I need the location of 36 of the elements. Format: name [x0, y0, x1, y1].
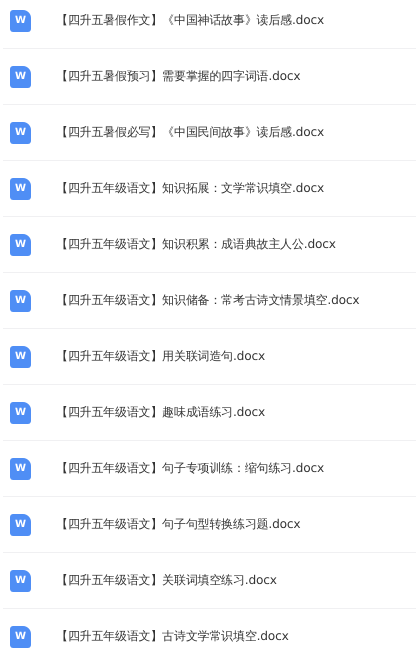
- file-name: 【四升五年级语文】古诗文学常识填空.docx: [56, 628, 289, 645]
- file-row[interactable]: W 【四升五年级语文】知识储备：常考古诗文情景填空.docx: [3, 273, 416, 329]
- file-row[interactable]: W 【四升五年级语文】趣味成语练习.docx: [3, 385, 416, 441]
- file-row[interactable]: W 【四升五年级语文】古诗文学常识填空.docx: [3, 609, 416, 659]
- file-name: 【四升五年级语文】知识储备：常考古诗文情景填空.docx: [56, 292, 360, 309]
- file-name: 【四升五年级语文】句子句型转换练习题.docx: [56, 516, 300, 533]
- document-icon: W: [10, 290, 31, 312]
- file-name: 【四升五年级语文】关联词填空练习.docx: [56, 572, 277, 589]
- document-icon: W: [10, 346, 31, 368]
- file-name: 【四升五年级语文】知识积累：成语典故主人公.docx: [56, 236, 336, 253]
- file-row[interactable]: W 【四升五年级语文】关联词填空练习.docx: [3, 553, 416, 609]
- file-name: 【四升五年级语文】趣味成语练习.docx: [56, 404, 265, 421]
- document-icon: W: [10, 10, 31, 32]
- document-icon: W: [10, 458, 31, 480]
- document-icon: W: [10, 122, 31, 144]
- document-icon: W: [10, 514, 31, 536]
- file-name: 【四升五暑假预习】需要掌握的四字词语.docx: [56, 68, 300, 85]
- file-row[interactable]: W 【四升五年级语文】句子专项训练：缩句练习.docx: [3, 441, 416, 497]
- document-icon: W: [10, 570, 31, 592]
- document-icon: W: [10, 626, 31, 648]
- file-row[interactable]: W 【四升五年级语文】知识拓展：文学常识填空.docx: [3, 161, 416, 217]
- file-name: 【四升五年级语文】句子专项训练：缩句练习.docx: [56, 460, 324, 477]
- file-name: 【四升五暑假作文】《中国神话故事》读后感.docx: [56, 12, 324, 29]
- document-icon: W: [10, 66, 31, 88]
- file-name: 【四升五年级语文】知识拓展：文学常识填空.docx: [56, 180, 324, 197]
- file-row[interactable]: W 【四升五年级语文】用关联词造句.docx: [3, 329, 416, 385]
- document-icon: W: [10, 234, 31, 256]
- file-row[interactable]: W 【四升五暑假预习】需要掌握的四字词语.docx: [3, 49, 416, 105]
- file-row[interactable]: W 【四升五暑假作文】《中国神话故事》读后感.docx: [3, 0, 416, 49]
- file-row[interactable]: W 【四升五年级语文】句子句型转换练习题.docx: [3, 497, 416, 553]
- file-name: 【四升五暑假必写】《中国民间故事》读后感.docx: [56, 124, 324, 141]
- file-row[interactable]: W 【四升五暑假必写】《中国民间故事》读后感.docx: [3, 105, 416, 161]
- document-icon: W: [10, 178, 31, 200]
- file-row[interactable]: W 【四升五年级语文】知识积累：成语典故主人公.docx: [3, 217, 416, 273]
- file-name: 【四升五年级语文】用关联词造句.docx: [56, 348, 265, 365]
- document-icon: W: [10, 402, 31, 424]
